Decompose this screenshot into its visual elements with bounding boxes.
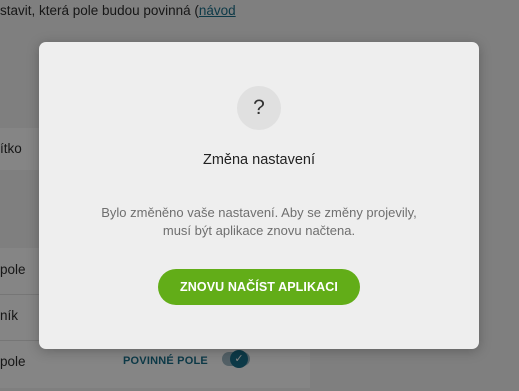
question-icon: ?: [237, 86, 281, 130]
dialog-message: Bylo změněno vaše nastavení. Aby se změn…: [79, 204, 439, 240]
dialog-message-line: musí být aplikace znovu načtena.: [162, 223, 356, 238]
dialog-message-line: Bylo změněno vaše nastavení. Aby se změn…: [101, 205, 417, 220]
reload-app-button[interactable]: ZNOVU NAČÍST APLIKACI: [158, 269, 360, 305]
dialog-title: Změna nastavení: [202, 152, 316, 168]
settings-changed-dialog: ? Změna nastavení Bylo změněno vaše nast…: [39, 42, 479, 349]
